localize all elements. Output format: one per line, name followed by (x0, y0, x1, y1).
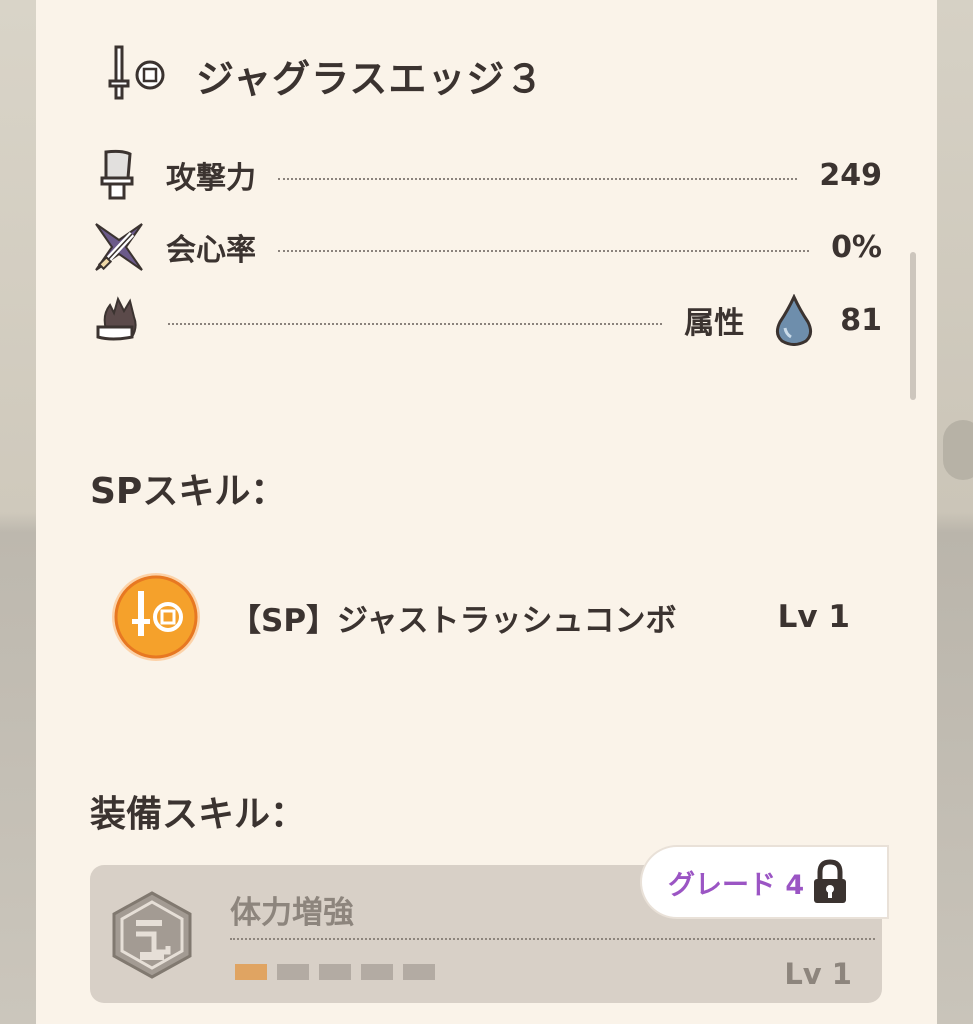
padlock-icon (814, 859, 847, 903)
sp-skill-title: SPスキル： (90, 471, 287, 512)
scrollbar-thumb[interactable] (910, 252, 916, 400)
sp-skill-item[interactable]: 【SP】ジャストラッシュコンボ Lv 1 (110, 572, 850, 662)
stat-row-attack: 攻撃力 249 (92, 147, 882, 203)
stat-row-affinity: 会心率 0% (92, 219, 882, 275)
sp-skill-name: 【SP】ジャストラッシュコンボ (230, 602, 677, 639)
locked-grade-tag: グレード 4 (642, 847, 887, 917)
attack-blade-icon (100, 149, 134, 200)
element-flame-blade-icon (96, 296, 137, 341)
level-segment (403, 964, 435, 980)
attack-value: 249 (819, 157, 882, 193)
element-value: 81 (840, 302, 882, 338)
water-drop-icon (776, 294, 813, 346)
divider-dots (278, 250, 810, 252)
background-object (943, 420, 973, 480)
affinity-crossed-swords-icon (95, 223, 143, 271)
grade-label: グレード 4 (668, 869, 805, 901)
divider-dots (278, 178, 798, 180)
background-right (937, 0, 973, 1024)
sword-and-shield-badge-icon (112, 573, 200, 661)
weapon-header: ジャグラスエッジ３ (106, 40, 544, 110)
element-label: 属性 (684, 306, 745, 341)
level-segment (235, 964, 267, 980)
level-segment (277, 964, 309, 980)
health-boost-hex-icon (112, 891, 192, 979)
equip-skill-level: Lv 1 (784, 957, 852, 991)
sp-skill-level: Lv 1 (777, 599, 850, 635)
affinity-label: 会心率 (166, 233, 256, 268)
affinity-value: 0% (831, 229, 882, 265)
stat-row-element: 属性 81 (92, 292, 882, 348)
weapon-detail-panel[interactable]: ジャグラスエッジ３ 攻撃力 249 会心率 0% 属性 81 SPスキル： 【S… (36, 0, 937, 1024)
level-segment (319, 964, 351, 980)
divider-dots (168, 323, 663, 325)
skill-level-bars (235, 964, 435, 980)
background-left (0, 0, 36, 1024)
equip-skill-title: 装備スキル： (90, 794, 307, 835)
sword-and-shield-icon (108, 45, 165, 100)
attack-label: 攻撃力 (166, 161, 256, 196)
weapon-name: ジャグラスエッジ３ (196, 56, 545, 101)
divider-dots (230, 938, 875, 940)
equip-skill-name: 体力増強 (230, 895, 354, 931)
level-segment (361, 964, 393, 980)
